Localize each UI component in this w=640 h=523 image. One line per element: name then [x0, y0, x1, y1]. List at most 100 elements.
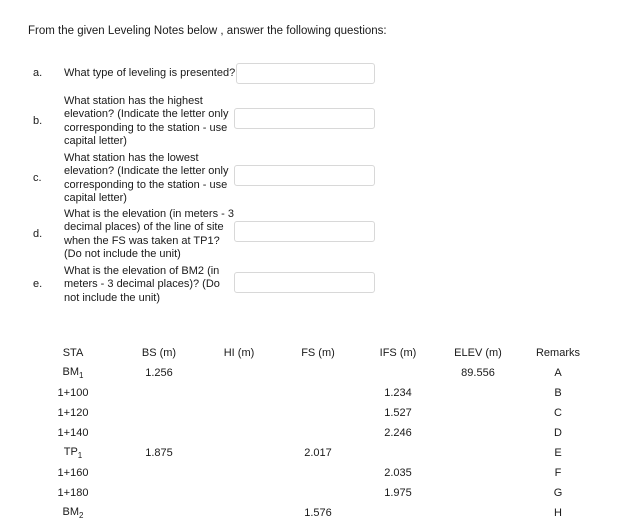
column-header-ifs: IFS (m) — [379, 347, 417, 359]
cell-ifs — [358, 363, 438, 383]
question-text-b: What station has the highest elevation? … — [64, 95, 229, 148]
table-spacer-cell — [0, 483, 28, 503]
cell-fs — [278, 463, 358, 483]
cell-fs — [278, 483, 358, 503]
cell-bs: 1.875 — [145, 447, 173, 459]
cell-elev — [438, 383, 518, 403]
column-header-hi: HI (m) — [223, 347, 255, 359]
cell-remarks: B — [554, 387, 562, 399]
cell-sta: 1+160 — [57, 467, 89, 479]
cell-remarks: A — [554, 367, 562, 379]
cell-elev — [438, 423, 518, 443]
table-spacer-cell — [0, 443, 28, 463]
cell-hi — [200, 443, 278, 463]
table-spacer-cell — [598, 403, 640, 423]
cell-ifs: 2.035 — [384, 467, 412, 479]
question-text-d: What is the elevation (in meters - 3 dec… — [64, 208, 234, 261]
cell-ifs: 1.234 — [384, 387, 412, 399]
table-spacer-cell — [0, 343, 28, 363]
cell-bs — [118, 423, 200, 443]
table-spacer-cell — [0, 403, 28, 423]
table-spacer-cell — [598, 483, 640, 503]
cell-sta: 1+120 — [57, 407, 89, 419]
cell-sta: BM2 — [62, 505, 84, 521]
cell-elev — [438, 503, 518, 523]
question-text-e: What is the elevation of BM2 (in meters … — [64, 265, 220, 304]
table-body: BM1 1.256 89.556 A 1+100 1.234 B 1+120 1.527 C 1+1… — [0, 363, 640, 523]
cell-remarks: D — [554, 427, 562, 439]
question-letter-b: b. — [33, 115, 43, 127]
cell-hi — [200, 503, 278, 523]
column-header-bs: BS (m) — [141, 347, 177, 359]
table-spacer-cell — [0, 463, 28, 483]
table-row: 1+100 1.234 B — [0, 383, 640, 403]
cell-hi — [200, 463, 278, 483]
cell-hi — [200, 403, 278, 423]
cell-remarks: E — [554, 447, 562, 459]
table-spacer-cell — [0, 503, 28, 523]
cell-elev: 89.556 — [461, 367, 495, 379]
page-instruction-heading: From the given Leveling Notes below , an… — [28, 25, 387, 37]
table-spacer-cell — [598, 343, 640, 363]
table-row: 1+120 1.527 C — [0, 403, 640, 423]
table-row: BM1 1.256 89.556 A — [0, 363, 640, 383]
cell-fs: 1.576 — [304, 507, 332, 519]
cell-sta: 1+180 — [57, 487, 89, 499]
cell-bs — [118, 463, 200, 483]
table-header-row: STA BS (m) HI (m) FS (m) IFS (m) ELEV (m… — [0, 343, 640, 363]
table-spacer-cell — [598, 363, 640, 383]
cell-ifs: 1.527 — [384, 407, 412, 419]
table-spacer-cell — [598, 503, 640, 523]
table-spacer-cell — [0, 423, 28, 443]
cell-remarks: C — [554, 407, 562, 419]
answer-input-a[interactable] — [236, 63, 375, 84]
question-text-a: What type of leveling is presented? — [64, 67, 236, 79]
cell-remarks: F — [554, 467, 562, 479]
answer-input-e[interactable] — [234, 272, 375, 293]
cell-fs — [278, 363, 358, 383]
cell-sta: 1+140 — [57, 427, 89, 439]
cell-elev — [438, 403, 518, 423]
cell-ifs — [358, 503, 438, 523]
cell-elev — [438, 483, 518, 503]
cell-fs — [278, 403, 358, 423]
cell-fs — [278, 423, 358, 443]
cell-fs — [278, 383, 358, 403]
cell-hi — [200, 423, 278, 443]
column-header-elev: ELEV (m) — [454, 347, 502, 359]
cell-remarks: G — [553, 487, 563, 499]
table-row: BM2 1.576 H — [0, 503, 640, 523]
cell-elev — [438, 463, 518, 483]
cell-fs: 2.017 — [304, 447, 332, 459]
cell-hi — [200, 363, 278, 383]
cell-elev — [438, 443, 518, 463]
table-row: 1+160 2.035 F — [0, 463, 640, 483]
answer-input-d[interactable] — [234, 221, 375, 242]
table-spacer-cell — [598, 383, 640, 403]
cell-sta: 1+100 — [57, 387, 89, 399]
cell-bs — [118, 403, 200, 423]
question-letter-d: d. — [33, 228, 43, 240]
answer-input-b[interactable] — [234, 108, 375, 129]
cell-hi — [200, 383, 278, 403]
table-row: TP1 1.875 2.017 E — [0, 443, 640, 463]
cell-bs — [118, 503, 200, 523]
table-row: 1+140 2.246 D — [0, 423, 640, 443]
table-row: 1+180 1.975 G — [0, 483, 640, 503]
cell-hi — [200, 483, 278, 503]
column-header-sta: STA — [62, 347, 84, 359]
question-letter-e: e. — [33, 278, 43, 290]
column-header-fs: FS (m) — [301, 347, 335, 359]
table-spacer-cell — [598, 463, 640, 483]
column-header-remarks: Remarks — [535, 347, 580, 359]
table-spacer-cell — [598, 423, 640, 443]
cell-remarks: H — [554, 507, 562, 519]
table-spacer-cell — [598, 443, 640, 463]
cell-ifs: 2.246 — [384, 427, 412, 439]
question-text-c: What station has the lowest elevation? (… — [64, 152, 229, 205]
cell-sta: BM1 — [62, 365, 84, 381]
cell-sta: TP1 — [63, 445, 83, 461]
table-spacer-cell — [0, 363, 28, 383]
answer-input-c[interactable] — [234, 165, 375, 186]
cell-bs — [118, 383, 200, 403]
